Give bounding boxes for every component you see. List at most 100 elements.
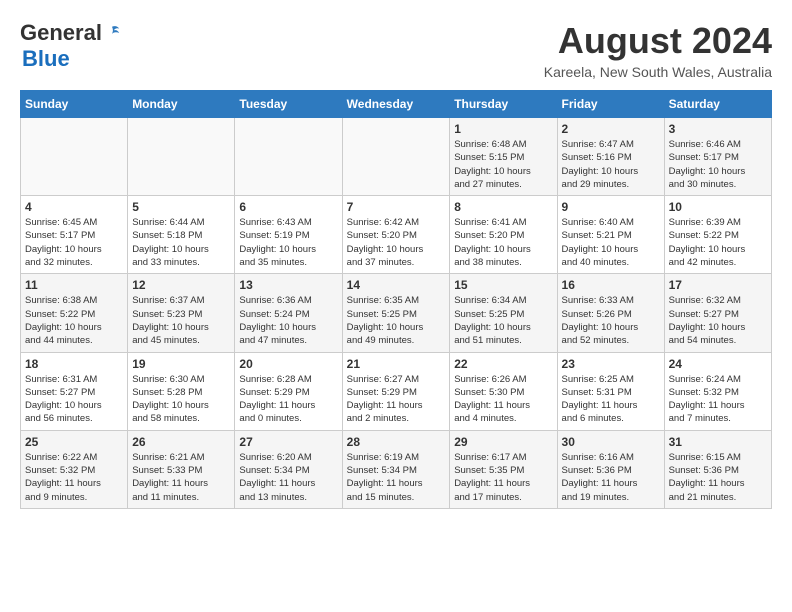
calendar-cell: 30 Sunrise: 6:16 AM Sunset: 5:36 PM Dayli…: [557, 430, 664, 508]
calendar-cell: 24 Sunrise: 6:24 AM Sunset: 5:32 PM Dayli…: [664, 352, 771, 430]
day-info: Sunrise: 6:19 AM Sunset: 5:34 PM Dayligh…: [347, 451, 446, 504]
day-number: 7: [347, 200, 446, 214]
day-number: 3: [669, 122, 767, 136]
logo: General Blue: [20, 20, 121, 72]
day-number: 10: [669, 200, 767, 214]
day-number: 9: [562, 200, 660, 214]
calendar-cell: 16Sunrise: 6:33 AM Sunset: 5:26 PM Dayli…: [557, 274, 664, 352]
day-number: 18: [25, 357, 123, 371]
day-info: Sunrise: 6:26 AM Sunset: 5:30 PM Dayligh…: [454, 373, 552, 426]
calendar-table: SundayMondayTuesdayWednesdayThursdayFrid…: [20, 90, 772, 509]
day-info: Sunrise: 6:44 AM Sunset: 5:18 PM Dayligh…: [132, 216, 230, 269]
day-number: 12: [132, 278, 230, 292]
calendar-cell: [342, 118, 450, 196]
day-info: Sunrise: 6:32 AM Sunset: 5:27 PM Dayligh…: [669, 294, 767, 347]
day-info: Sunrise: 6:22 AM Sunset: 5:32 PM Dayligh…: [25, 451, 123, 504]
day-headers-row: SundayMondayTuesdayWednesdayThursdayFrid…: [21, 91, 772, 118]
day-info: Sunrise: 6:24 AM Sunset: 5:32 PM Dayligh…: [669, 373, 767, 426]
calendar-cell: 22 Sunrise: 6:26 AM Sunset: 5:30 PM Dayli…: [450, 352, 557, 430]
calendar-cell: [21, 118, 128, 196]
day-info: Sunrise: 6:38 AM Sunset: 5:22 PM Dayligh…: [25, 294, 123, 347]
day-header-thursday: Thursday: [450, 91, 557, 118]
calendar-body: 1Sunrise: 6:48 AM Sunset: 5:15 PM Daylig…: [21, 118, 772, 509]
day-header-sunday: Sunday: [21, 91, 128, 118]
day-info: Sunrise: 6:37 AM Sunset: 5:23 PM Dayligh…: [132, 294, 230, 347]
calendar-cell: 17 Sunrise: 6:32 AM Sunset: 5:27 PM Dayli…: [664, 274, 771, 352]
calendar-cell: 4 Sunrise: 6:45 AM Sunset: 5:17 PM Daylig…: [21, 196, 128, 274]
location-subtitle: Kareela, New South Wales, Australia: [544, 64, 772, 80]
day-number: 5: [132, 200, 230, 214]
day-info: Sunrise: 6:47 AM Sunset: 5:16 PM Dayligh…: [562, 138, 660, 191]
calendar-cell: 8Sunrise: 6:41 AM Sunset: 5:20 PM Daylig…: [450, 196, 557, 274]
day-number: 17: [669, 278, 767, 292]
day-number: 11: [25, 278, 123, 292]
calendar-cell: 29 Sunrise: 6:17 AM Sunset: 5:35 PM Dayli…: [450, 430, 557, 508]
calendar-header: SundayMondayTuesdayWednesdayThursdayFrid…: [21, 91, 772, 118]
calendar-cell: 7 Sunrise: 6:42 AM Sunset: 5:20 PM Daylig…: [342, 196, 450, 274]
day-number: 30: [562, 435, 660, 449]
day-info: Sunrise: 6:21 AM Sunset: 5:33 PM Dayligh…: [132, 451, 230, 504]
day-info: Sunrise: 6:28 AM Sunset: 5:29 PM Dayligh…: [239, 373, 337, 426]
day-number: 13: [239, 278, 337, 292]
calendar-cell: 15 Sunrise: 6:34 AM Sunset: 5:25 PM Dayli…: [450, 274, 557, 352]
day-number: 20: [239, 357, 337, 371]
day-info: Sunrise: 6:34 AM Sunset: 5:25 PM Dayligh…: [454, 294, 552, 347]
day-header-tuesday: Tuesday: [235, 91, 342, 118]
day-number: 28: [347, 435, 446, 449]
day-number: 16: [562, 278, 660, 292]
day-info: Sunrise: 6:16 AM Sunset: 5:36 PM Dayligh…: [562, 451, 660, 504]
day-header-saturday: Saturday: [664, 91, 771, 118]
day-header-monday: Monday: [128, 91, 235, 118]
day-info: Sunrise: 6:43 AM Sunset: 5:19 PM Dayligh…: [239, 216, 337, 269]
calendar-cell: 20 Sunrise: 6:28 AM Sunset: 5:29 PM Dayli…: [235, 352, 342, 430]
day-info: Sunrise: 6:31 AM Sunset: 5:27 PM Dayligh…: [25, 373, 123, 426]
calendar-cell: 1Sunrise: 6:48 AM Sunset: 5:15 PM Daylig…: [450, 118, 557, 196]
day-info: Sunrise: 6:36 AM Sunset: 5:24 PM Dayligh…: [239, 294, 337, 347]
day-number: 14: [347, 278, 446, 292]
day-header-friday: Friday: [557, 91, 664, 118]
calendar-cell: 2Sunrise: 6:47 AM Sunset: 5:16 PM Daylig…: [557, 118, 664, 196]
calendar-cell: 10Sunrise: 6:39 AM Sunset: 5:22 PM Dayli…: [664, 196, 771, 274]
day-number: 15: [454, 278, 552, 292]
day-info: Sunrise: 6:42 AM Sunset: 5:20 PM Dayligh…: [347, 216, 446, 269]
day-number: 24: [669, 357, 767, 371]
calendar-cell: 14Sunrise: 6:35 AM Sunset: 5:25 PM Dayli…: [342, 274, 450, 352]
title-block: August 2024 Kareela, New South Wales, Au…: [544, 20, 772, 80]
calendar-cell: 23Sunrise: 6:25 AM Sunset: 5:31 PM Dayli…: [557, 352, 664, 430]
day-number: 23: [562, 357, 660, 371]
day-info: Sunrise: 6:17 AM Sunset: 5:35 PM Dayligh…: [454, 451, 552, 504]
day-info: Sunrise: 6:27 AM Sunset: 5:29 PM Dayligh…: [347, 373, 446, 426]
calendar-week-row: 11 Sunrise: 6:38 AM Sunset: 5:22 PM Dayli…: [21, 274, 772, 352]
calendar-week-row: 4 Sunrise: 6:45 AM Sunset: 5:17 PM Daylig…: [21, 196, 772, 274]
logo-bird-icon: [103, 24, 121, 42]
calendar-week-row: 1Sunrise: 6:48 AM Sunset: 5:15 PM Daylig…: [21, 118, 772, 196]
calendar-cell: 13 Sunrise: 6:36 AM Sunset: 5:24 PM Dayli…: [235, 274, 342, 352]
page-header: General Blue August 2024 Kareela, New So…: [20, 20, 772, 80]
day-number: 26: [132, 435, 230, 449]
calendar-cell: [235, 118, 342, 196]
day-info: Sunrise: 6:15 AM Sunset: 5:36 PM Dayligh…: [669, 451, 767, 504]
day-info: Sunrise: 6:41 AM Sunset: 5:20 PM Dayligh…: [454, 216, 552, 269]
calendar-cell: [128, 118, 235, 196]
calendar-cell: 9 Sunrise: 6:40 AM Sunset: 5:21 PM Daylig…: [557, 196, 664, 274]
calendar-cell: 21 Sunrise: 6:27 AM Sunset: 5:29 PM Dayli…: [342, 352, 450, 430]
calendar-week-row: 25 Sunrise: 6:22 AM Sunset: 5:32 PM Dayli…: [21, 430, 772, 508]
day-info: Sunrise: 6:48 AM Sunset: 5:15 PM Dayligh…: [454, 138, 552, 191]
calendar-cell: 18 Sunrise: 6:31 AM Sunset: 5:27 PM Dayli…: [21, 352, 128, 430]
day-number: 22: [454, 357, 552, 371]
day-number: 29: [454, 435, 552, 449]
day-number: 25: [25, 435, 123, 449]
calendar-week-row: 18 Sunrise: 6:31 AM Sunset: 5:27 PM Dayli…: [21, 352, 772, 430]
calendar-cell: 27Sunrise: 6:20 AM Sunset: 5:34 PM Dayli…: [235, 430, 342, 508]
day-info: Sunrise: 6:45 AM Sunset: 5:17 PM Dayligh…: [25, 216, 123, 269]
day-number: 21: [347, 357, 446, 371]
calendar-cell: 3Sunrise: 6:46 AM Sunset: 5:17 PM Daylig…: [664, 118, 771, 196]
calendar-cell: 12 Sunrise: 6:37 AM Sunset: 5:23 PM Dayli…: [128, 274, 235, 352]
day-info: Sunrise: 6:20 AM Sunset: 5:34 PM Dayligh…: [239, 451, 337, 504]
day-number: 6: [239, 200, 337, 214]
day-number: 4: [25, 200, 123, 214]
calendar-cell: 28 Sunrise: 6:19 AM Sunset: 5:34 PM Dayli…: [342, 430, 450, 508]
day-info: Sunrise: 6:40 AM Sunset: 5:21 PM Dayligh…: [562, 216, 660, 269]
day-number: 31: [669, 435, 767, 449]
day-number: 19: [132, 357, 230, 371]
